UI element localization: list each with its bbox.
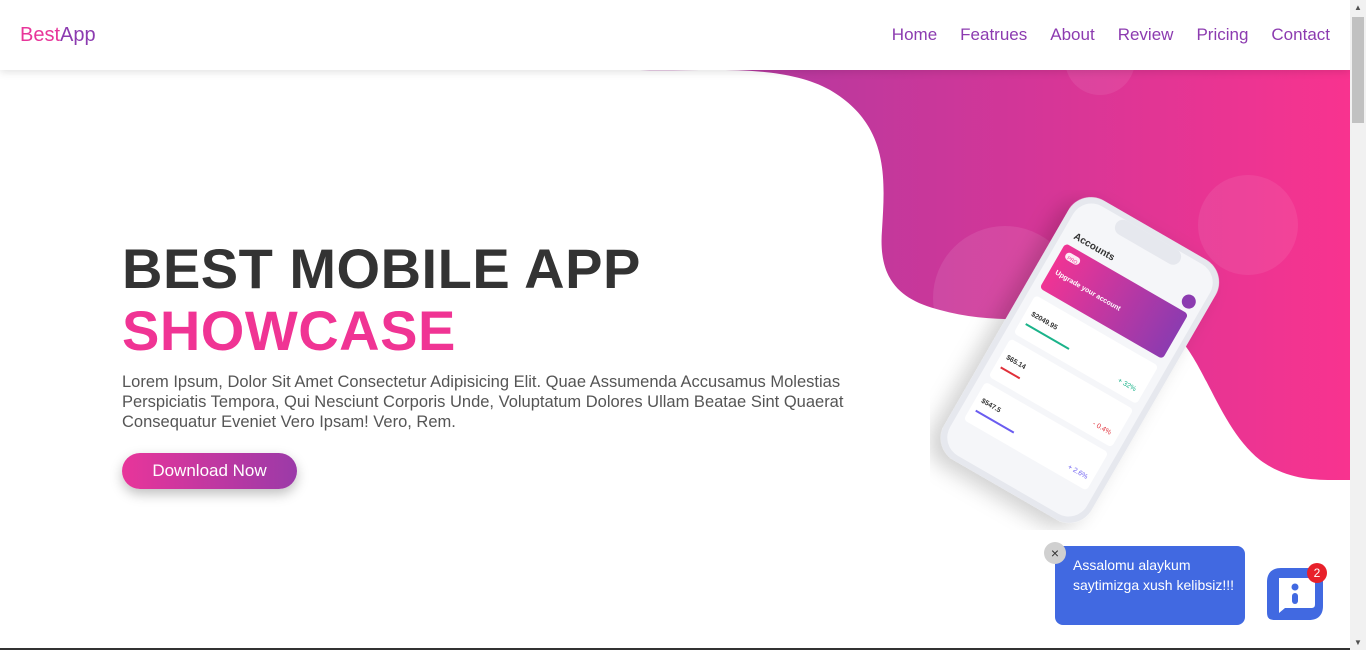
scrollbar-thumb[interactable]: [1352, 17, 1364, 123]
hero-description: Lorem Ipsum, Dolor Sit Amet Consectetur …: [122, 373, 844, 431]
nav-home[interactable]: Home: [892, 25, 937, 45]
page-scrollbar[interactable]: ▲ ▼: [1350, 0, 1366, 650]
site-header: BestApp Home Featrues About Review Prici…: [0, 0, 1350, 70]
chat-unread-badge: 2: [1307, 563, 1327, 583]
main-nav: Home Featrues About Review Pricing Conta…: [869, 25, 1330, 45]
scroll-down-arrow-icon[interactable]: ▼: [1354, 638, 1362, 647]
hero-title-line2: SHOWCASE: [122, 299, 456, 362]
nav-features[interactable]: Featrues: [960, 25, 1027, 45]
nav-about[interactable]: About: [1050, 25, 1094, 45]
hero-section: BEST MOBILE APP SHOWCASE Lorem Ipsum, Do…: [122, 238, 882, 489]
scroll-up-arrow-icon[interactable]: ▲: [1354, 3, 1362, 12]
download-now-button[interactable]: Download Now: [122, 453, 297, 489]
chat-greeting-bubble: Assalomu alaykum saytimizga xush kelibsi…: [1055, 546, 1245, 625]
chat-close-icon[interactable]: ×: [1044, 542, 1066, 564]
nav-review[interactable]: Review: [1118, 25, 1174, 45]
logo[interactable]: BestApp: [20, 24, 96, 47]
nav-contact[interactable]: Contact: [1271, 25, 1330, 45]
logo-app: App: [60, 23, 96, 46]
phone-mockup-image: Accounts PRO Upgrade your account $2049.…: [940, 197, 1220, 523]
chat-greeting-text: Assalomu alaykum saytimizga xush kelibsi…: [1073, 557, 1235, 593]
hero-title-line1: BEST MOBILE APP: [122, 237, 641, 300]
nav-pricing[interactable]: Pricing: [1196, 25, 1248, 45]
logo-best: Best: [20, 23, 61, 46]
